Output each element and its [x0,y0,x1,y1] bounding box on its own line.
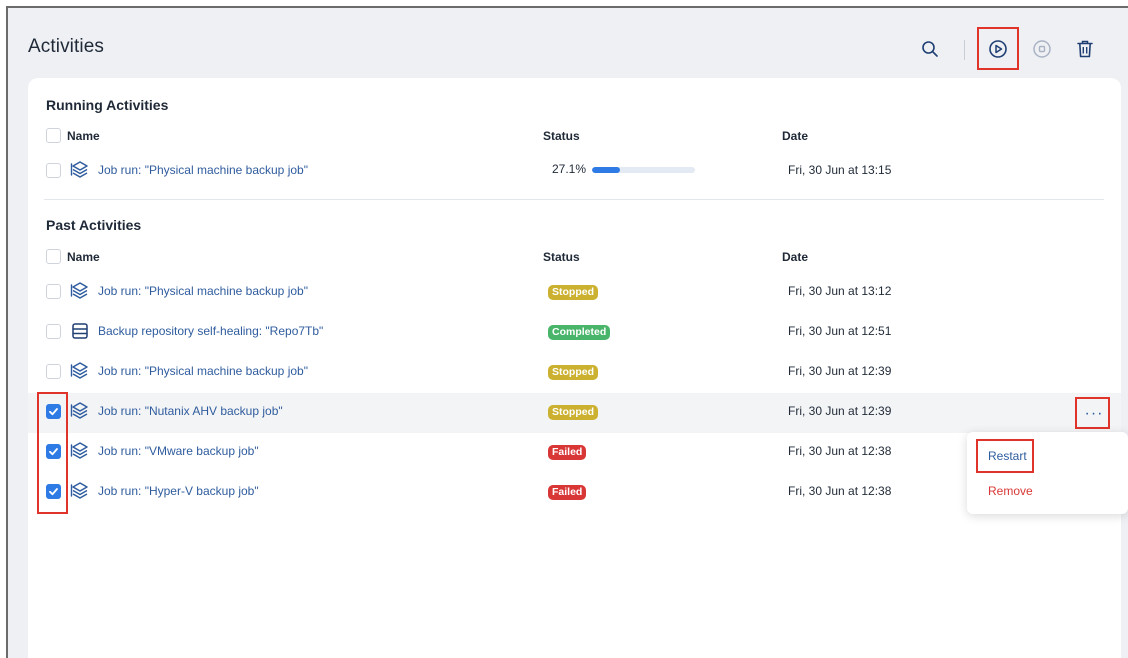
toolbar-separator [964,40,965,60]
running-name-header: Name [67,129,100,143]
status-badge: Failed [548,485,587,500]
checkmark-icon [49,488,58,496]
job-icon [70,442,88,459]
checkmark-icon [49,448,58,456]
row-name-link[interactable]: Job run: "Hyper-V backup job" [98,484,259,498]
remove-menu-item[interactable]: Remove [988,484,1033,498]
job-icon [70,362,88,379]
checkmark-icon [49,408,58,416]
stop-button[interactable] [1029,36,1055,62]
progress-bar-fill [592,167,620,173]
restart-menu-item[interactable]: Restart [988,449,1027,463]
row-checkbox[interactable] [46,484,61,499]
row-checkbox[interactable] [46,444,61,459]
row-date: Fri, 30 Jun at 13:12 [788,284,892,298]
running-select-all-checkbox[interactable] [46,128,61,143]
row-name-link[interactable]: Job run: "Physical machine backup job" [98,284,308,298]
row-name-link[interactable]: Backup repository self-healing: "Repo7Tb… [98,324,323,338]
stop-circle-icon [1033,40,1051,58]
context-menu: Restart Remove [967,432,1128,514]
search-icon [922,41,938,57]
repository-icon [72,323,88,339]
past-activities-title: Past Activities [46,217,142,233]
row-name-link[interactable]: Job run: "Physical machine backup job" [98,364,308,378]
past-date-header: Date [782,250,809,264]
running-row-checkbox[interactable] [46,163,61,178]
running-row-date: Fri, 30 Jun at 13:15 [788,163,892,177]
status-badge: Stopped [548,405,598,420]
play-circle-icon [989,40,1007,58]
running-row-name-link[interactable]: Job run: "Physical machine backup job" [98,163,308,177]
run-button[interactable] [985,36,1011,62]
page-title: Activities [28,36,104,57]
row-checkbox[interactable] [46,324,61,339]
more-actions-button[interactable]: ··· [1079,402,1109,426]
status-badge: Stopped [548,365,598,380]
delete-button[interactable] [1072,36,1098,62]
row-date: Fri, 30 Jun at 12:39 [788,404,892,418]
running-activities-title: Running Activities [46,97,169,113]
past-status-header: Status [543,250,580,264]
row-date: Fri, 30 Jun at 12:38 [788,444,892,458]
job-icon [70,161,88,178]
job-icon [70,282,88,299]
status-badge: Stopped [548,285,598,300]
row-date: Fri, 30 Jun at 12:38 [788,484,892,498]
trash-icon [1077,40,1093,58]
job-icon [70,402,88,419]
past-name-header: Name [67,250,100,264]
row-checkbox[interactable] [46,404,61,419]
row-name-link[interactable]: Job run: "VMware backup job" [98,444,259,458]
status-badge: Completed [548,325,611,340]
progress-bar [592,167,695,173]
row-date: Fri, 30 Jun at 12:39 [788,364,892,378]
running-status-header: Status [543,129,580,143]
row-checkbox[interactable] [46,284,61,299]
running-date-header: Date [782,129,809,143]
status-badge: Failed [548,445,587,460]
progress-percent: 27.1% [552,162,587,176]
row-date: Fri, 30 Jun at 12:51 [788,324,892,338]
row-checkbox[interactable] [46,364,61,379]
job-icon [70,482,88,499]
section-divider [44,199,1104,200]
search-button[interactable] [917,36,943,62]
row-name-link[interactable]: Job run: "Nutanix AHV backup job" [98,404,283,418]
past-select-all-checkbox[interactable] [46,249,61,264]
